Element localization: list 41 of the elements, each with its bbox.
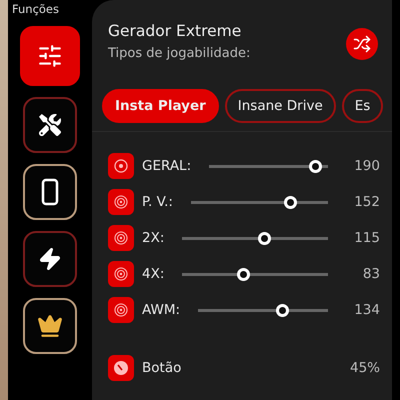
- mode-tab[interactable]: Insta Player: [102, 89, 219, 123]
- sidebar-title: Funções: [12, 2, 59, 16]
- panel-subtitle: Tipos de jogabilidade:: [108, 46, 250, 61]
- slider-thumb[interactable]: [284, 196, 298, 208]
- slider-value: 115: [353, 230, 380, 246]
- mode-tab[interactable]: Es: [342, 89, 384, 123]
- gauge-icon: [113, 360, 129, 376]
- sidebar-button[interactable]: [23, 231, 77, 287]
- slider-thumb[interactable]: [276, 304, 289, 316]
- setting-label: Botão: [142, 360, 182, 376]
- setting-value: 45%: [348, 360, 380, 376]
- target-icon: [114, 159, 128, 173]
- sidebar-button[interactable]: [23, 298, 77, 354]
- mode-tab[interactable]: Insane Drive: [224, 89, 336, 123]
- bolt-icon: [38, 247, 62, 271]
- target-icon: [114, 267, 128, 281]
- slider-value: 134: [353, 302, 380, 318]
- slider-value: 83: [362, 266, 380, 282]
- tools-icon: [39, 114, 61, 136]
- setting-label: 2X:: [142, 230, 164, 246]
- panel-title: Gerador Extreme: [108, 22, 242, 40]
- shuffle-button[interactable]: [346, 28, 378, 60]
- setting-label: GERAL:: [142, 158, 192, 174]
- slider-value: 190: [353, 158, 380, 174]
- target-icon: [114, 303, 128, 317]
- setting-label: 4X:: [142, 266, 164, 282]
- sidebar-button[interactable]: [23, 164, 77, 220]
- crown-icon: [37, 313, 63, 339]
- slider-thumb[interactable]: [258, 232, 272, 244]
- setting-label: AWM:: [142, 302, 180, 318]
- slider-thumb[interactable]: [237, 268, 250, 280]
- sidebar-button[interactable]: [20, 26, 80, 86]
- shuffle-icon: [353, 35, 371, 53]
- slider-thumb[interactable]: [308, 160, 322, 172]
- sliders-icon: [37, 43, 63, 69]
- sidebar-button[interactable]: [23, 97, 77, 153]
- slider-value: 152: [353, 194, 380, 210]
- target-icon: [114, 195, 128, 209]
- setting-label: P. V.:: [142, 194, 173, 210]
- phone-icon: [41, 178, 59, 206]
- target-icon: [114, 231, 128, 245]
